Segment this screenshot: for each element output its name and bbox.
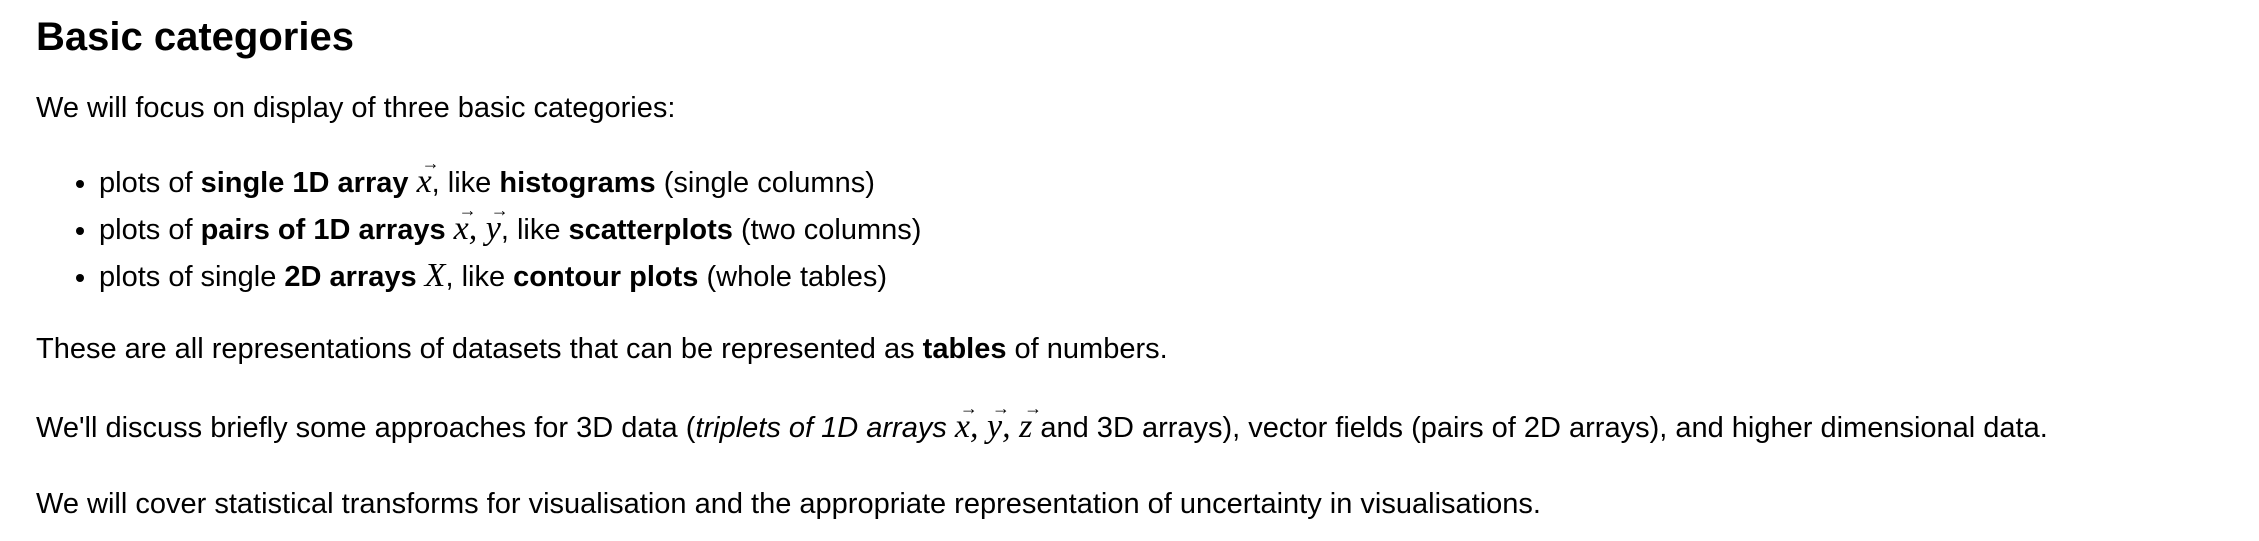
math-vector-z: z →: [1019, 398, 1043, 445]
math-vector-y: y →: [485, 200, 509, 247]
data3d-paragraph: We'll discuss briefly some approaches fo…: [36, 398, 2048, 445]
list-item-contour-plots: plots of single 2D arrays X, like contou…: [99, 253, 2236, 300]
list-item-scatterplots: plots of pairs of 1D arrays x→, y→, like…: [99, 200, 2236, 253]
list-item-bold-term: pairs of 1D arrays: [200, 214, 446, 246]
math-vector-x: x →: [453, 200, 477, 247]
tables-bold-term: tables: [922, 333, 1007, 365]
list-item-suffix: (whole tables): [698, 261, 887, 293]
triplets-italic-term: triplets of 1D arrays: [695, 412, 947, 444]
list-item-bold-example: scatterplots: [568, 214, 733, 246]
list-item-suffix: (two columns): [732, 214, 922, 246]
math-vector-x: x →: [416, 153, 440, 200]
list-item-prefix: plots of single: [99, 261, 285, 293]
list-item-prefix: plots of: [99, 167, 201, 199]
math-vector-x: x →: [954, 398, 978, 445]
stats-paragraph: We will cover statistical transforms for…: [36, 488, 1541, 520]
intro-paragraph: We will focus on display of three basic …: [36, 92, 676, 124]
math-matrix-X: X: [424, 257, 446, 294]
list-item-bold-term: 2D arrays: [284, 261, 417, 293]
list-item-histograms: plots of single 1D array x→, like histog…: [99, 153, 2236, 206]
list-item-bold-term: single 1D array: [200, 167, 409, 199]
list-item-connector: , like: [431, 167, 500, 199]
category-list: plots of single 1D array x→, like histog…: [36, 153, 2236, 300]
section-heading: Basic categories: [36, 15, 354, 59]
math-vector-y: y →: [986, 398, 1010, 445]
list-item-suffix: (single columns): [655, 167, 875, 199]
tables-paragraph: These are all representations of dataset…: [36, 333, 1168, 365]
list-item-connector: , like: [500, 214, 569, 246]
list-item-bold-example: contour plots: [513, 261, 699, 293]
list-item-prefix: plots of: [99, 214, 201, 246]
document-page: Basic categories We will focus on displa…: [0, 0, 2236, 523]
list-item-bold-example: histograms: [499, 167, 656, 199]
list-item-connector: , like: [445, 261, 514, 293]
